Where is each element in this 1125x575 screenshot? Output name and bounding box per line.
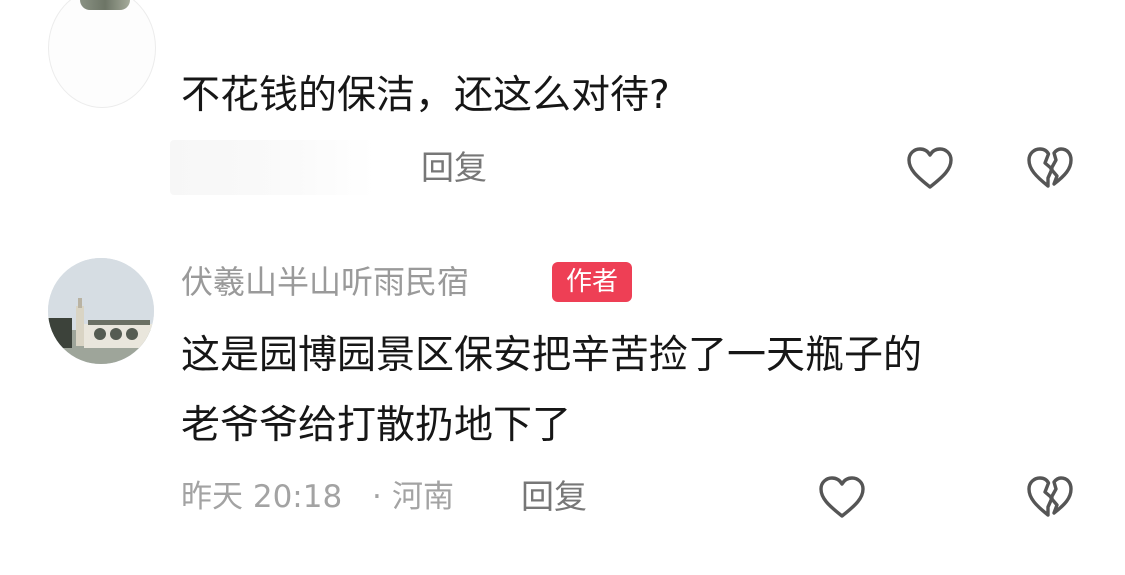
comment-location: 河南 bbox=[392, 479, 454, 515]
comment-text: 不花钱的保洁，还这么对待? bbox=[181, 73, 670, 118]
comment-text-line2: 老爷爷给打散扔地下了 bbox=[181, 403, 572, 448]
heart-outline-icon[interactable] bbox=[818, 475, 866, 519]
avatar-image bbox=[48, 258, 154, 364]
reply-button[interactable]: 回复 bbox=[421, 148, 487, 188]
avatar[interactable] bbox=[48, 0, 156, 108]
author-badge: 作者 bbox=[552, 262, 633, 302]
comment-item: 不花钱的保洁，还这么对待? 回复 bbox=[0, 0, 1125, 215]
comment-text-line1: 这是园博园景区保安把辛苦捡了一天瓶子的 bbox=[181, 333, 923, 378]
meta-separator: · bbox=[372, 479, 382, 515]
heart-outline-icon[interactable] bbox=[906, 146, 954, 190]
broken-heart-icon[interactable] bbox=[1026, 146, 1074, 190]
avatar[interactable] bbox=[48, 258, 154, 364]
avatar-image bbox=[80, 0, 130, 10]
comment-item: 伏羲山半山听雨民宿 作者 这是园博园景区保安把辛苦捡了一天瓶子的 老爷爷给打散扔… bbox=[0, 250, 1125, 575]
comment-time: 昨天 20:18 bbox=[181, 479, 343, 515]
broken-heart-icon[interactable] bbox=[1026, 475, 1074, 519]
username[interactable]: 伏羲山半山听雨民宿 bbox=[181, 262, 469, 302]
reply-button[interactable]: 回复 bbox=[521, 477, 587, 517]
blurred-meta bbox=[170, 140, 375, 195]
